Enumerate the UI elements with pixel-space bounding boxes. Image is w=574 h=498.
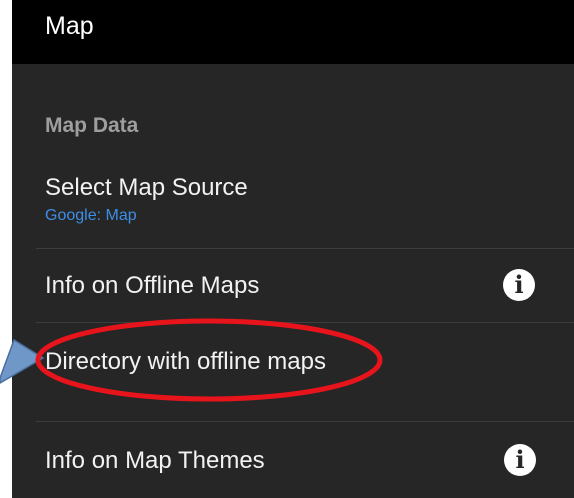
pref-title: Select Map Source (45, 174, 248, 201)
info-icon[interactable]: i (503, 269, 535, 301)
pref-info-offline-maps[interactable]: Info on Offline Maps i (12, 249, 574, 322)
pref-directory-offline-maps[interactable]: Directory with offline maps (12, 323, 574, 421)
pref-info-map-themes[interactable]: Info on Map Themes i (12, 422, 574, 498)
page-title: Map (45, 12, 94, 40)
info-icon[interactable]: i (504, 444, 536, 476)
pref-select-map-source[interactable]: Select Map Source Google: Map (12, 162, 574, 248)
pref-summary: Google: Map (45, 207, 137, 224)
pref-title: Info on Map Themes (45, 447, 265, 474)
pref-title: Info on Offline Maps (45, 272, 260, 299)
pref-title: Directory with offline maps (45, 348, 326, 375)
app-bar: Map (12, 0, 574, 64)
section-header-map-data: Map Data (45, 114, 139, 137)
settings-screen: Map Map Data Select Map Source Google: M… (12, 0, 574, 498)
